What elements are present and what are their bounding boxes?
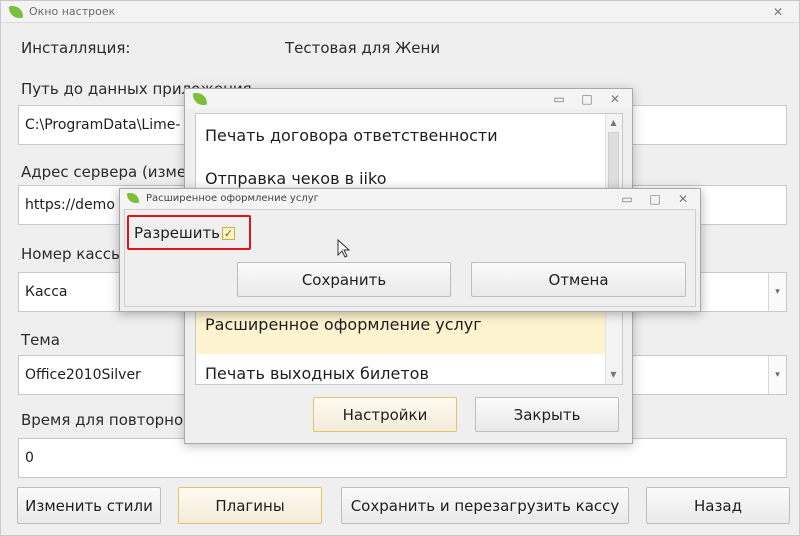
extended-services-window: Расширенное оформление услуг ▭ □ ✕ Сохра… bbox=[119, 188, 701, 312]
minimize-icon[interactable]: ▭ bbox=[550, 91, 568, 107]
back-button[interactable]: Назад bbox=[646, 487, 790, 524]
plugin-settings-button[interactable]: Настройки bbox=[313, 397, 457, 432]
plugin-item[interactable]: Печать выходных билетов bbox=[196, 354, 606, 384]
plugin-item-selected[interactable]: Расширенное оформление услуг bbox=[196, 308, 606, 354]
plugins-titlebar[interactable]: ▭ □ ✕ bbox=[185, 89, 632, 109]
app-leaf-icon bbox=[127, 193, 139, 203]
chevron-down-icon[interactable]: ▾ bbox=[768, 273, 786, 311]
plugins-button[interactable]: Плагины bbox=[178, 487, 322, 524]
maximize-icon[interactable]: □ bbox=[578, 91, 596, 107]
save-and-restart-button[interactable]: Сохранить и перезагрузить кассу bbox=[341, 487, 629, 524]
retry-time-label: Время для повторной bbox=[21, 411, 193, 429]
server-address-label: Адрес сервера (измен bbox=[21, 163, 196, 181]
save-button[interactable]: Сохранить bbox=[237, 262, 451, 297]
plugins-close-button[interactable]: Закрыть bbox=[475, 397, 619, 432]
theme-label: Тема bbox=[21, 331, 60, 349]
chevron-down-icon[interactable]: ▾ bbox=[768, 356, 786, 394]
minimize-icon[interactable]: ▭ bbox=[618, 191, 636, 207]
maximize-icon[interactable]: □ bbox=[646, 191, 664, 207]
extended-window-title: Расширенное оформление услуг bbox=[146, 193, 319, 204]
settings-titlebar[interactable]: Окно настроек ✕ bbox=[1, 1, 799, 23]
retry-time-field[interactable]: 0 bbox=[18, 438, 787, 478]
mouse-pointer-icon bbox=[337, 239, 351, 258]
close-icon[interactable]: ✕ bbox=[674, 191, 692, 207]
allow-checkbox[interactable]: ✓ bbox=[222, 227, 235, 240]
plugin-item[interactable]: Печать договора ответственности bbox=[196, 116, 606, 156]
register-number-label: Номер кассы bbox=[21, 245, 123, 263]
change-styles-button[interactable]: Изменить стили bbox=[17, 487, 161, 524]
app-leaf-icon bbox=[193, 93, 207, 105]
close-icon[interactable]: ✕ bbox=[769, 4, 787, 20]
scroll-up-icon[interactable]: ▲ bbox=[608, 118, 619, 128]
theme-value: Office2010Silver bbox=[25, 367, 141, 383]
close-icon[interactable]: ✕ bbox=[606, 91, 624, 107]
register-number-value: Касса bbox=[25, 284, 68, 300]
scroll-down-icon[interactable]: ▼ bbox=[608, 370, 619, 380]
installation-value: Тестовая для Жени bbox=[285, 39, 441, 57]
app-leaf-icon bbox=[9, 6, 23, 18]
window-title: Окно настроек bbox=[29, 5, 116, 18]
cancel-button[interactable]: Отмена bbox=[471, 262, 686, 297]
installation-label: Инсталляция: bbox=[21, 39, 131, 57]
allow-label[interactable]: Разрешить bbox=[134, 224, 220, 242]
extended-titlebar[interactable]: Расширенное оформление услуг ▭ □ ✕ bbox=[120, 189, 700, 209]
